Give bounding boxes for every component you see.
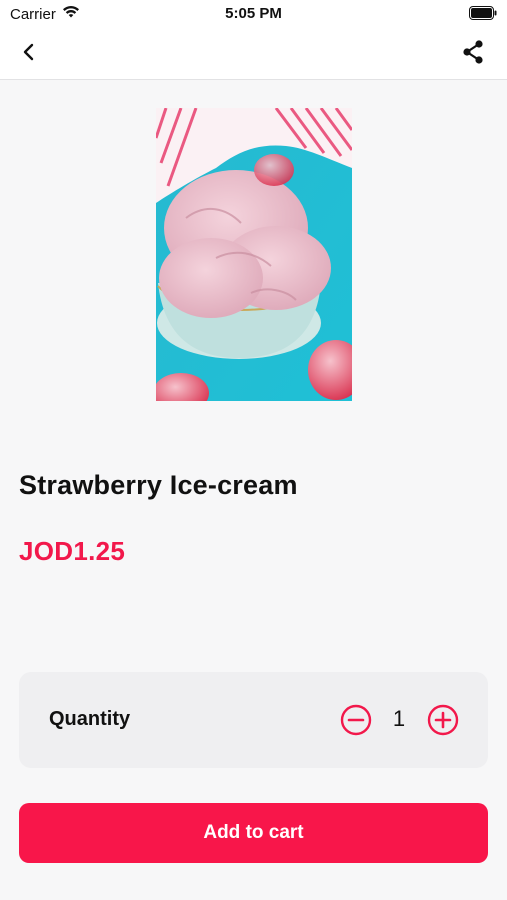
product-title: Strawberry Ice-cream [19, 470, 298, 500]
battery-icon [469, 6, 497, 24]
minus-circle-icon [340, 704, 372, 740]
add-to-cart-button[interactable]: Add to cart [19, 803, 488, 863]
product-price: JOD1.25 [19, 536, 126, 566]
quantity-card: Quantity 1 [19, 672, 488, 768]
back-button[interactable] [14, 39, 44, 69]
quantity-label: Quantity [49, 708, 131, 730]
share-icon [460, 39, 486, 70]
plus-circle-icon [427, 704, 459, 740]
increase-quantity-button[interactable] [427, 704, 459, 736]
decrease-quantity-button[interactable] [340, 704, 372, 736]
share-button[interactable] [457, 38, 489, 70]
status-time: 5:05 PM [225, 5, 282, 22]
quantity-value: 1 [392, 706, 406, 731]
navigation-bar [0, 28, 507, 80]
chevron-left-icon [22, 43, 36, 66]
product-image [156, 108, 352, 401]
status-bar: Carrier 5:05 PM [0, 0, 507, 28]
